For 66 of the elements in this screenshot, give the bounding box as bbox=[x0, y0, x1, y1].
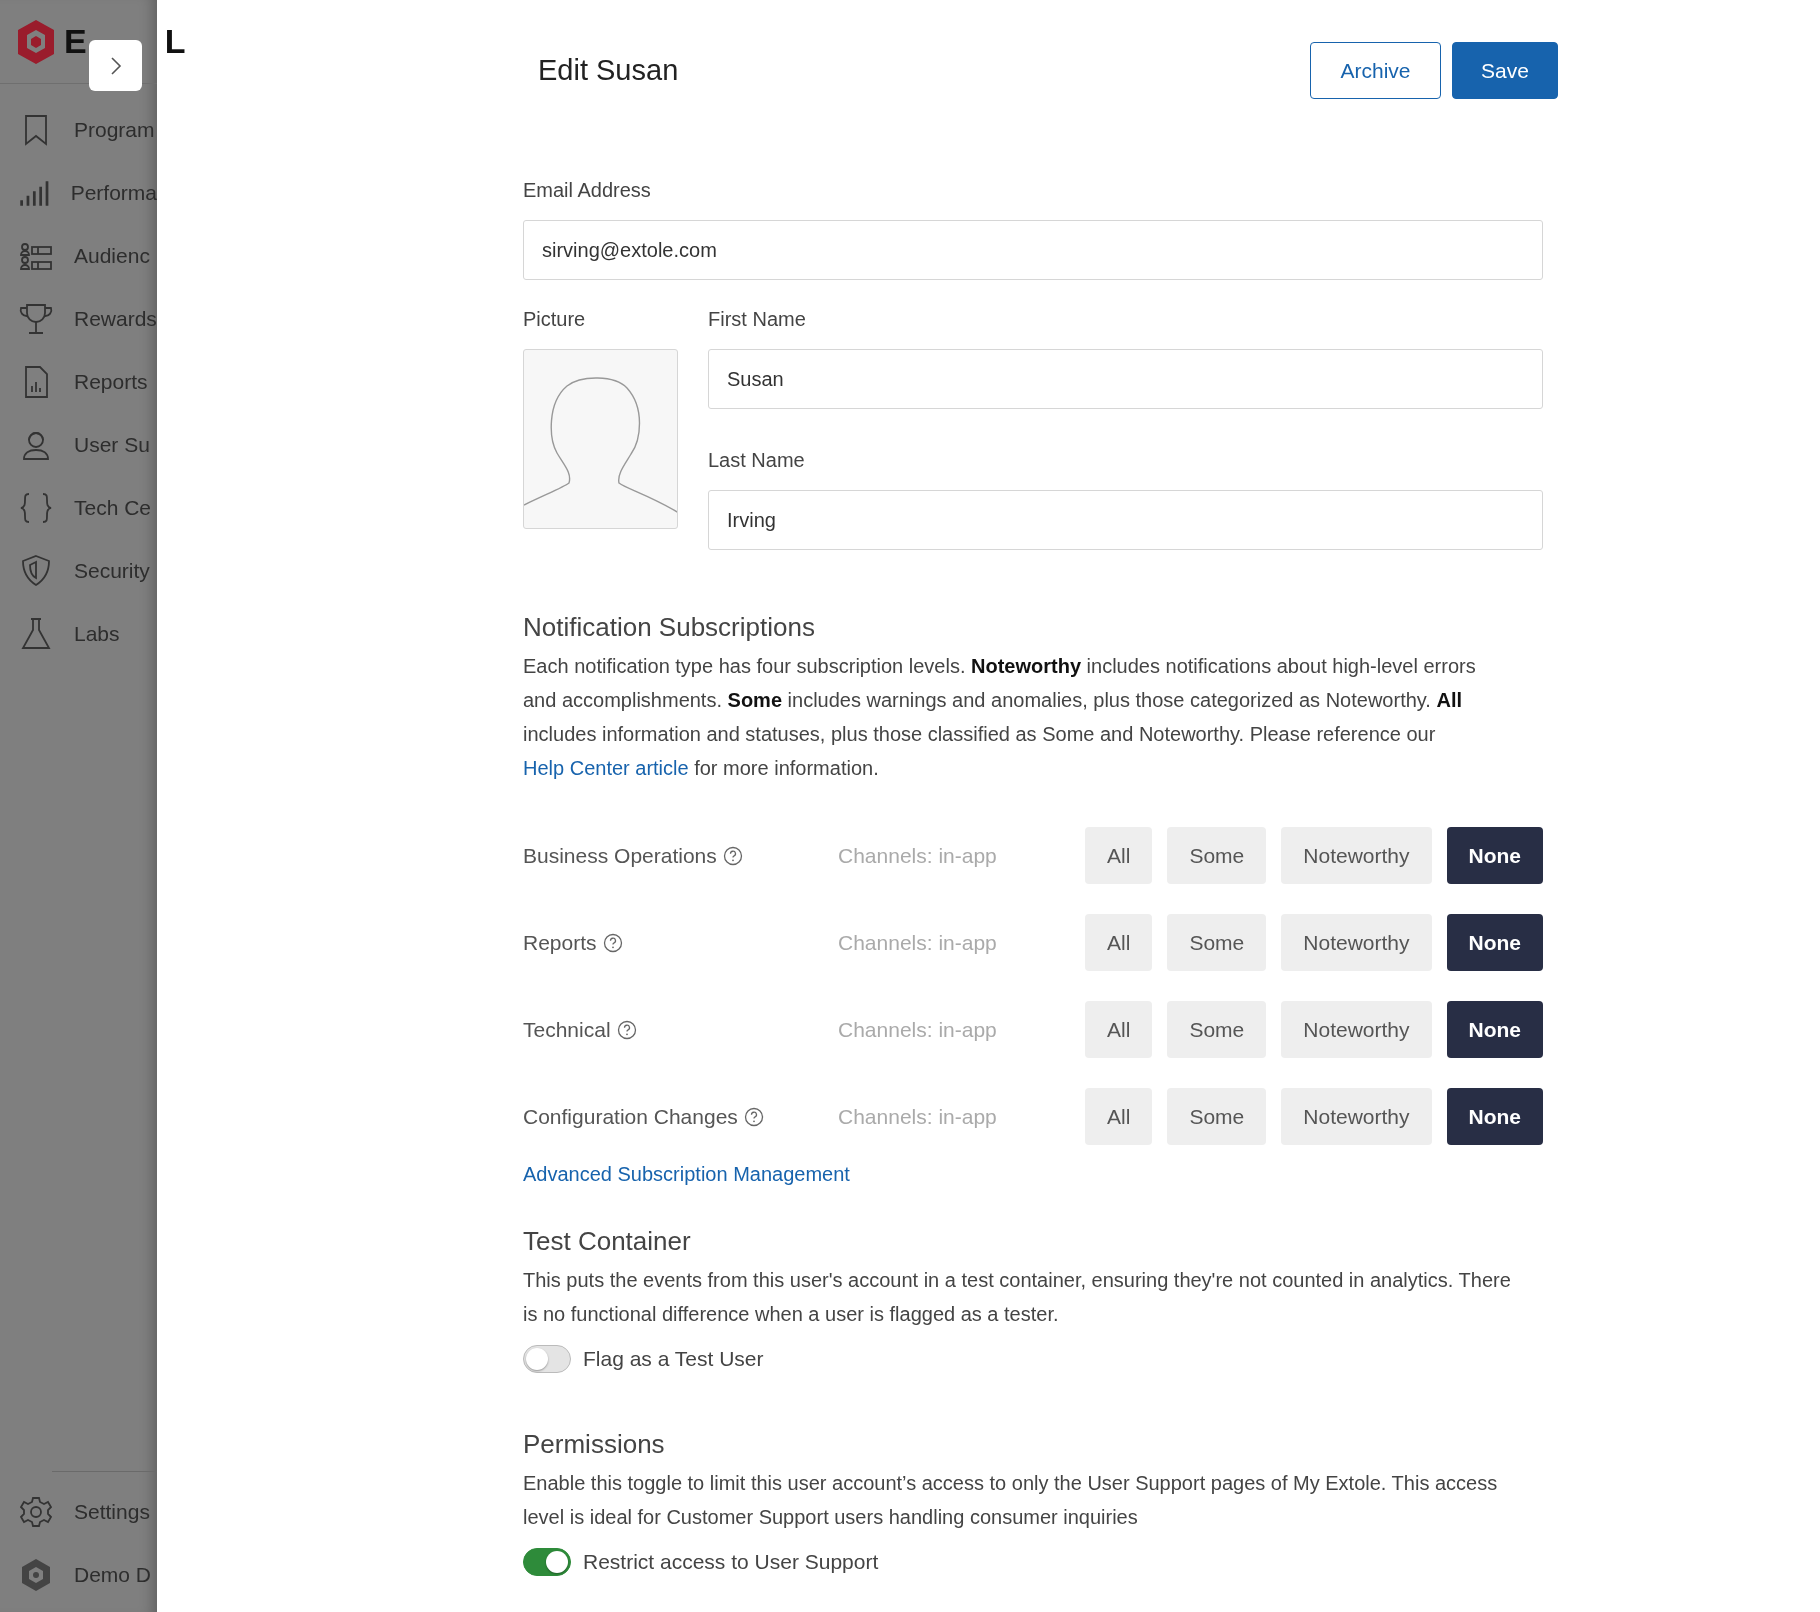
help-icon[interactable] bbox=[743, 1106, 764, 1127]
level-option[interactable]: All bbox=[1085, 914, 1153, 971]
level-option[interactable]: None bbox=[1446, 914, 1543, 971]
archive-button[interactable]: Archive bbox=[1310, 42, 1441, 99]
section-description: Each notification type has four subscription levels. Noteworthy includes notifications about high-level errors and accomplishments. Some includes warnings and anomalies, plus those categorized as Noteworthy. All includes information and statuses, plus those classified as Some and Noteworthy. Please reference our Help Center article for more information. bbox=[523, 654, 1477, 781]
nav-item[interactable]: Rewards bbox=[0, 287, 157, 350]
field-label: Email Address bbox=[523, 179, 652, 202]
nav-item[interactable]: User Su bbox=[0, 413, 157, 476]
level-option[interactable]: Some bbox=[1167, 914, 1267, 971]
first-name-field[interactable]: Susan bbox=[708, 349, 1543, 409]
level-option[interactable]: Some bbox=[1167, 827, 1267, 884]
level-option[interactable]: None bbox=[1446, 827, 1543, 884]
field-label: Last Name bbox=[708, 449, 806, 472]
save-button[interactable]: Save bbox=[1452, 42, 1558, 99]
section-description: This puts the events from this user's account in a test container, ensuring they're not counted in analytics. There is no functional difference when a user is flagged as a tester. bbox=[523, 1268, 1512, 1327]
help-link[interactable]: Help Center article bbox=[523, 757, 689, 779]
logo-text: E bbox=[64, 22, 87, 61]
level-option[interactable]: All bbox=[1085, 1088, 1153, 1145]
nav-item[interactable]: Demo D bbox=[0, 1543, 157, 1606]
help-icon[interactable] bbox=[602, 932, 623, 953]
advanced-link[interactable]: Advanced Subscription Management bbox=[523, 1163, 850, 1185]
field-label: First Name bbox=[708, 308, 807, 331]
notification-type: Configuration Changes bbox=[523, 1104, 738, 1129]
section-heading: Notification Subscriptions bbox=[523, 612, 816, 643]
help-icon[interactable] bbox=[616, 1019, 637, 1040]
logo-text: L bbox=[164, 22, 186, 61]
field-label: Picture bbox=[523, 308, 587, 331]
section-description: Enable this toggle to limit this user account’s access to only the User Support pages of My Extole. This access level is ideal for Customer Support users handling consumer inquiries bbox=[523, 1471, 1499, 1530]
level-option[interactable]: Some bbox=[1167, 1001, 1267, 1058]
nav-item[interactable]: Performa bbox=[0, 161, 157, 224]
nav-item[interactable]: Labs bbox=[0, 602, 157, 665]
channels-text: Channels: in-app bbox=[838, 1104, 998, 1129]
nav-item[interactable]: Tech Ce bbox=[0, 476, 157, 539]
section-heading: Permissions bbox=[523, 1429, 666, 1460]
level-option[interactable]: All bbox=[1085, 827, 1153, 884]
notification-type: Business Operations bbox=[523, 843, 717, 868]
level-option[interactable]: Noteworthy bbox=[1281, 827, 1432, 884]
toggle-label: Flag as a Test User bbox=[583, 1347, 764, 1371]
channels-text: Channels: in-app bbox=[838, 930, 998, 955]
level-option[interactable]: Noteworthy bbox=[1281, 1088, 1432, 1145]
logo-icon bbox=[16, 19, 56, 64]
nav-item[interactable]: Audienc bbox=[0, 224, 157, 287]
notification-type: Reports bbox=[523, 930, 597, 955]
notification-type: Technical bbox=[523, 1017, 611, 1042]
level-option[interactable]: None bbox=[1446, 1088, 1543, 1145]
nav-item[interactable]: Security bbox=[0, 539, 157, 602]
nav-item[interactable]: Settings bbox=[0, 1480, 157, 1543]
email-field[interactable]: sirving@extole.com bbox=[523, 220, 1543, 280]
level-option[interactable]: Noteworthy bbox=[1281, 1001, 1432, 1058]
toggle-label: Restrict access to User Support bbox=[583, 1550, 879, 1574]
chevron-right-icon bbox=[109, 55, 122, 76]
level-option[interactable]: None bbox=[1446, 1001, 1543, 1058]
channels-text: Channels: in-app bbox=[838, 1017, 998, 1042]
page-title: Edit Susan bbox=[538, 54, 679, 87]
toggle-switch[interactable] bbox=[523, 1345, 571, 1373]
level-option[interactable]: Noteworthy bbox=[1281, 914, 1432, 971]
help-icon[interactable] bbox=[722, 845, 743, 866]
channels-text: Channels: in-app bbox=[838, 843, 998, 868]
expand-button[interactable] bbox=[89, 40, 142, 91]
level-option[interactable]: Some bbox=[1167, 1088, 1267, 1145]
last-name-field[interactable]: Irving bbox=[708, 490, 1543, 550]
section-heading: Test Container bbox=[523, 1226, 692, 1257]
toggle-switch[interactable] bbox=[523, 1548, 571, 1576]
nav-item[interactable]: Program bbox=[0, 98, 157, 161]
level-option[interactable]: All bbox=[1085, 1001, 1153, 1058]
nav-item[interactable]: Reports bbox=[0, 350, 157, 413]
